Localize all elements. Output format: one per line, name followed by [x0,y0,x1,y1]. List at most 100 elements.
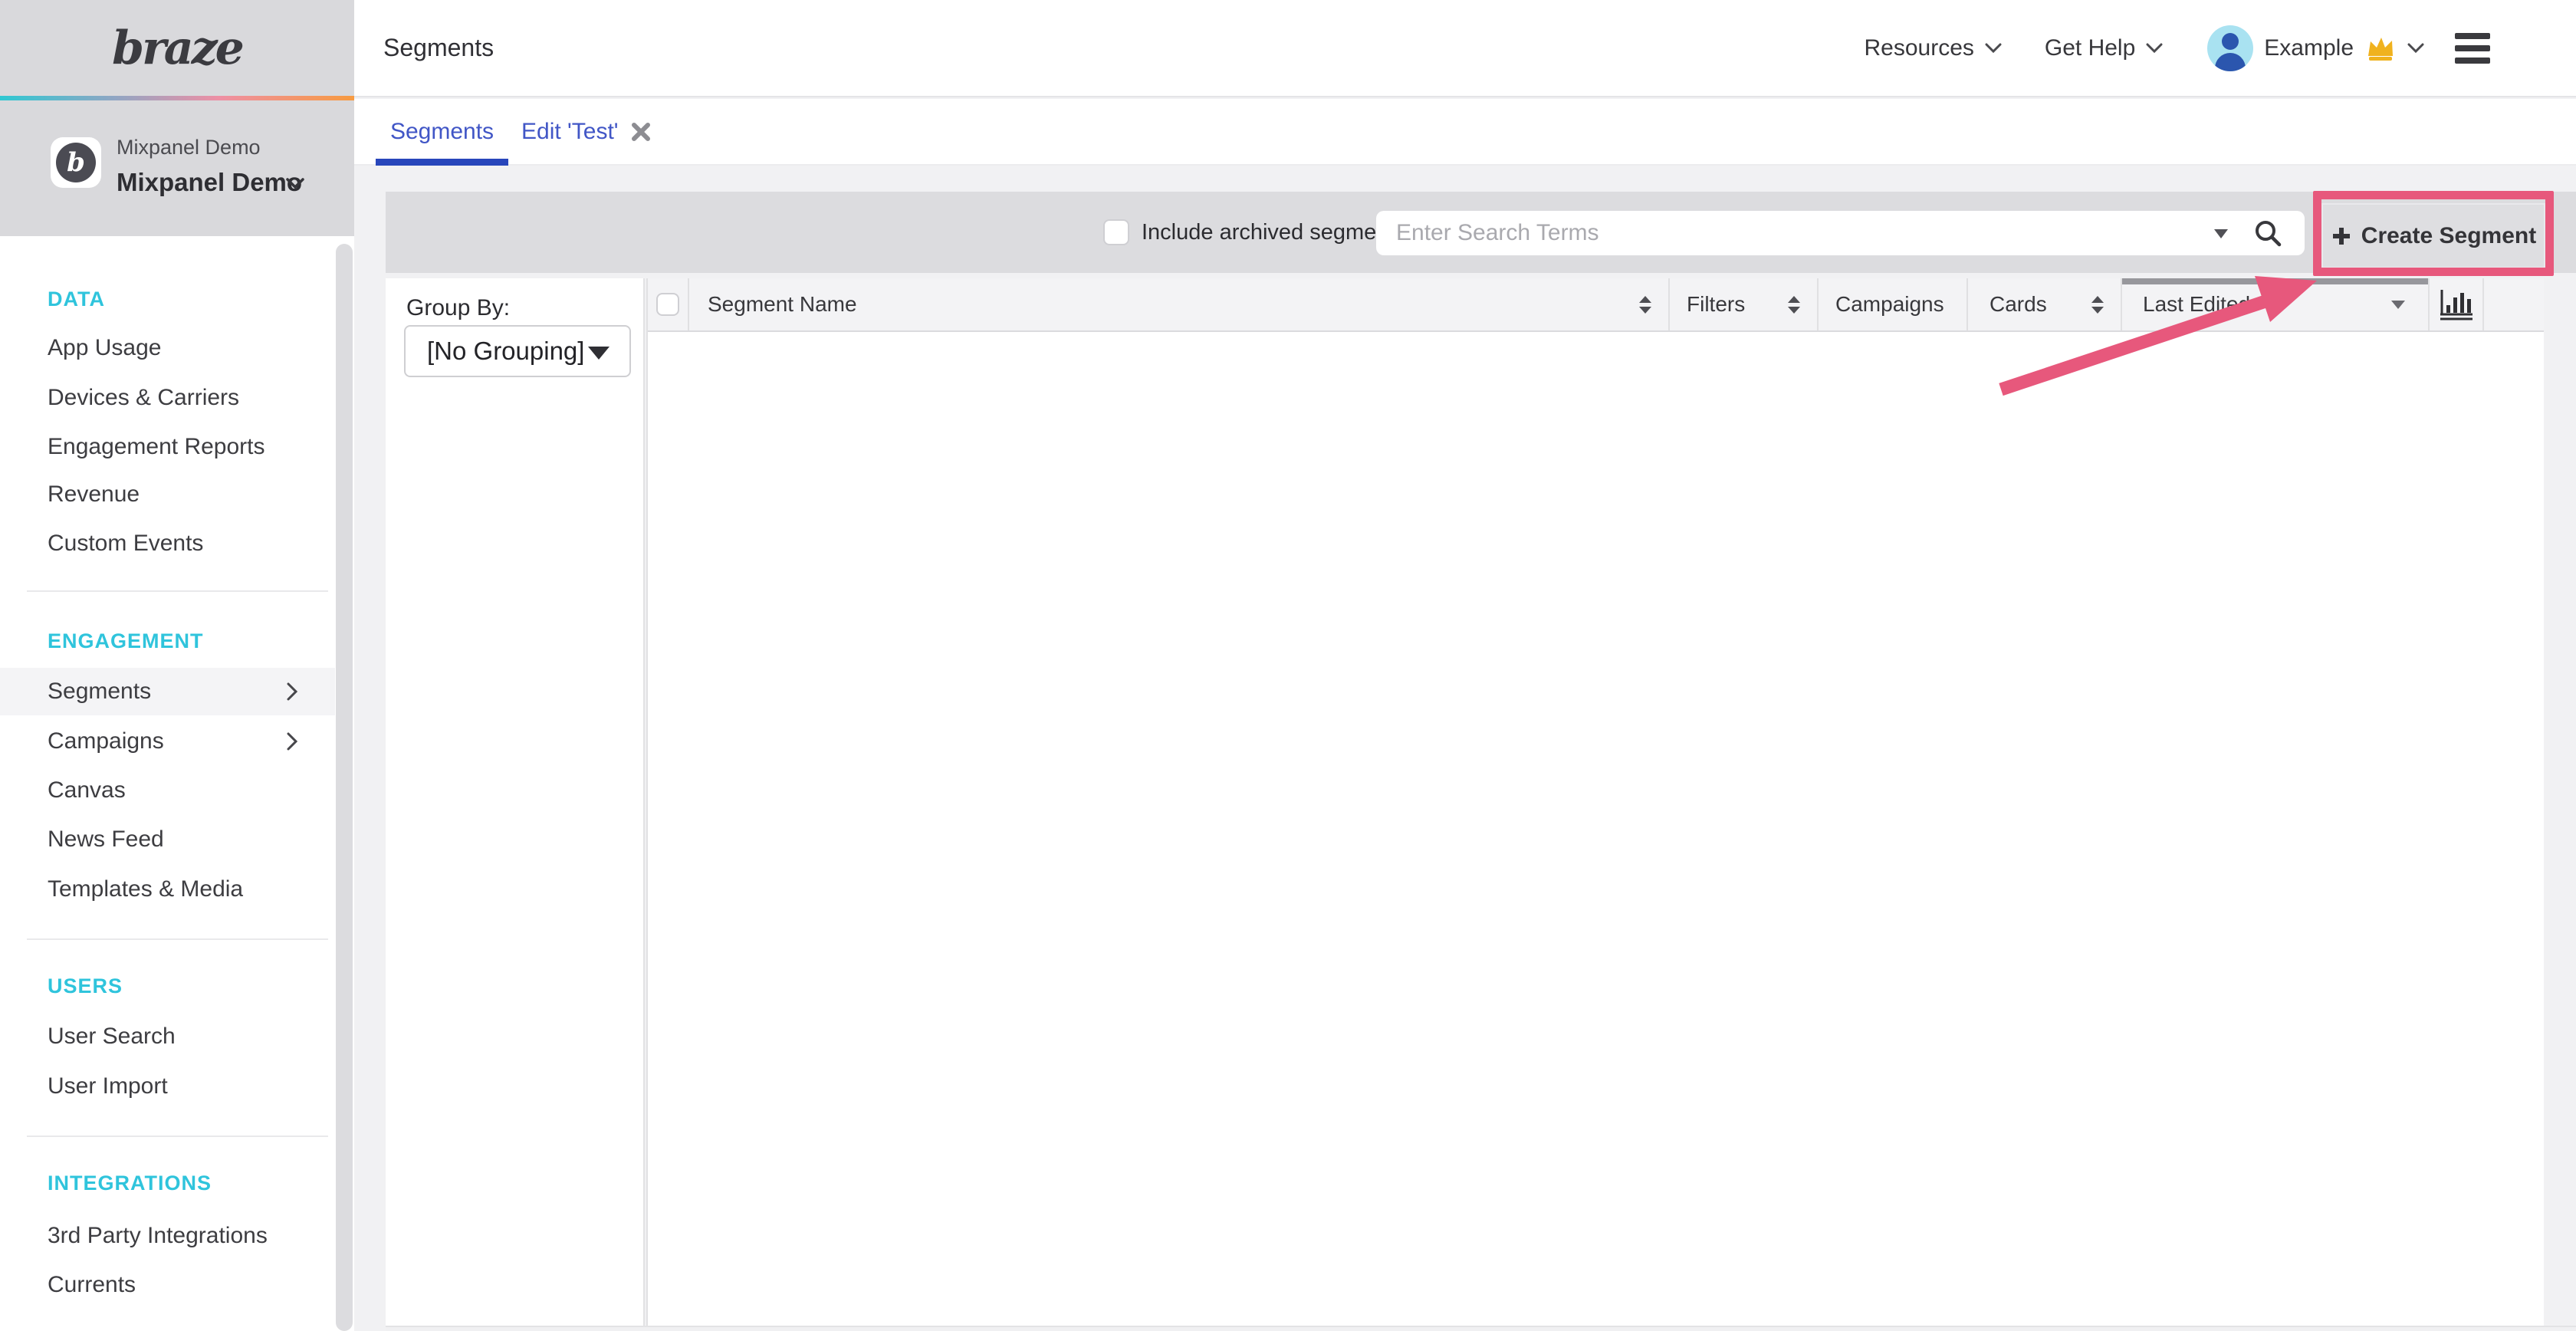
sidebar-divider [27,590,328,592]
active-tab-underline [376,159,508,166]
tab-edit-test[interactable]: Edit 'Test' [521,99,651,164]
table-header-row: Segment Name Filters Campaigns Cards Las… [648,278,2544,332]
column-campaigns[interactable]: Campaigns [1819,278,1968,330]
sort-icon[interactable] [2091,296,2104,314]
sidebar-item-3rd-party-integrations[interactable]: 3rd Party Integrations [0,1212,335,1260]
group-by-label: Group By: [406,295,510,321]
workspace-avatar-letter: b [67,147,85,178]
close-icon[interactable] [631,122,651,142]
braze-logo: braze [112,21,242,75]
tab-bar: Segments Edit 'Test' [354,99,2576,166]
sidebar: braze b Mixpanel Demo Mixpanel Demo DATA… [0,0,354,1331]
column-label: Campaigns [1835,292,1944,317]
sort-icon[interactable] [1639,296,1651,314]
group-by-value: [No Grouping] [427,337,584,366]
sidebar-section-engagement: ENGAGEMENT [48,617,204,665]
tab-segments[interactable]: Segments [376,99,508,164]
sidebar-item-canvas[interactable]: Canvas [0,767,335,814]
chevron-down-icon [2146,43,2163,54]
sidebar-section-data: DATA [48,275,105,323]
workspace-avatar: b [51,137,101,188]
search-dropdown-caret-icon[interactable] [2214,229,2228,238]
sidebar-item-label: User Search [48,1024,176,1050]
chevron-down-icon [1985,43,2002,54]
sidebar-item-templates-media[interactable]: Templates & Media [0,866,335,913]
sidebar-item-label: Templates & Media [48,876,243,902]
sidebar-item-label: Currents [48,1272,136,1298]
column-cards[interactable]: Cards [1968,278,2122,330]
column-label: Filters [1687,292,1745,317]
sidebar-divider [27,1135,328,1137]
column-segment-name[interactable]: Segment Name [689,278,1670,330]
segments-table: Segment Name Filters Campaigns Cards Las… [646,278,2544,1326]
column-analytics[interactable] [2430,278,2484,330]
column-empty [2484,278,2544,330]
column-dropdown-caret-icon[interactable] [2391,301,2405,309]
table-body-empty [648,332,2544,1326]
search-field-wrap [1376,211,2305,255]
group-by-select[interactable]: [No Grouping] [404,325,631,377]
sidebar-item-news-feed[interactable]: News Feed [0,816,335,863]
sort-icon[interactable] [1788,296,1800,314]
crown-icon [2364,35,2397,62]
sidebar-scrollbar[interactable] [336,244,353,1331]
sidebar-item-devices-carriers[interactable]: Devices & Carriers [0,374,335,422]
get-help-menu[interactable]: Get Help [2045,35,2163,61]
horizontal-scrollbar-track[interactable] [386,1326,2576,1331]
chevron-right-icon [286,731,298,751]
sidebar-item-label: App Usage [48,335,161,361]
sidebar-item-label: Engagement Reports [48,434,265,460]
tab-label: Edit 'Test' [521,119,619,145]
sidebar-item-app-usage[interactable]: App Usage [0,324,335,372]
sidebar-item-revenue[interactable]: Revenue [0,471,335,518]
sidebar-item-user-import[interactable]: User Import [0,1063,335,1110]
include-archived-checkbox[interactable] [1103,219,1129,245]
column-filters[interactable]: Filters [1670,278,1819,330]
workspace-name: Mixpanel Demo [117,168,302,197]
resources-label: Resources [1864,35,1973,61]
sidebar-item-campaigns[interactable]: Campaigns [0,718,335,765]
include-archived-label: Include archived segments [1142,192,1406,273]
user-name: Example [2264,35,2354,61]
chevron-down-icon[interactable] [285,177,305,189]
sidebar-section-integrations: INTEGRATIONS [48,1159,212,1207]
sidebar-item-user-search[interactable]: User Search [0,1013,335,1060]
create-segment-label: Create Segment [2361,223,2536,249]
resources-menu[interactable]: Resources [1864,35,2001,61]
column-last-edited[interactable]: Last Edited [2122,278,2430,330]
sidebar-item-label: Segments [48,679,151,705]
get-help-label: Get Help [2045,35,2135,61]
sidebar-item-currents[interactable]: Currents [0,1261,335,1309]
sidebar-item-label: User Import [48,1073,168,1099]
sidebar-divider [27,938,328,940]
chevron-down-icon [2407,43,2424,54]
plus-icon [2331,225,2352,247]
sidebar-item-label: Campaigns [48,728,164,754]
group-by-panel: Group By: [No Grouping] [386,278,645,1326]
chevron-right-icon [286,682,298,702]
workspace-switcher[interactable]: b Mixpanel Demo Mixpanel Demo [0,100,354,236]
page-title: Segments [383,0,494,96]
search-input[interactable] [1376,211,2305,255]
segments-toolbar: Include archived segments Create Segment [386,192,2576,273]
sidebar-item-label: Devices & Carriers [48,385,239,411]
sidebar-item-engagement-reports[interactable]: Engagement Reports [0,423,335,471]
sidebar-item-label: Canvas [48,777,126,804]
column-label: Segment Name [708,292,857,317]
hamburger-menu-icon[interactable] [2455,33,2490,64]
user-menu[interactable]: Example [2207,25,2424,71]
sidebar-item-segments[interactable]: Segments [0,668,335,715]
search-icon[interactable] [2254,219,2283,248]
selected-column-indicator [2122,278,2428,284]
workspace-company: Mixpanel Demo [117,136,261,159]
sidebar-item-label: Custom Events [48,531,203,557]
create-segment-button[interactable]: Create Segment [2321,203,2545,268]
sidebar-item-label: News Feed [48,827,164,853]
select-all-checkbox[interactable] [656,293,679,316]
braze-logo-area: braze [0,0,354,96]
person-icon [2222,33,2239,50]
select-caret-icon [588,347,610,360]
tab-label: Segments [390,119,494,145]
select-all-cell [648,278,689,330]
sidebar-item-custom-events[interactable]: Custom Events [0,520,335,567]
